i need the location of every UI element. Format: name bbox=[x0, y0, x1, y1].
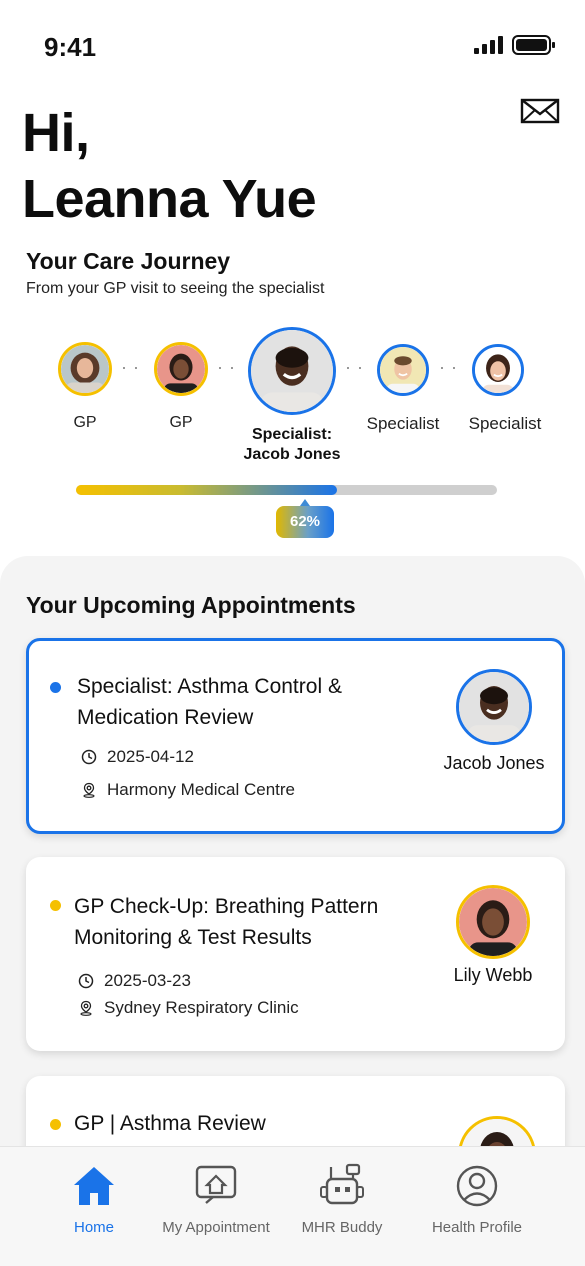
mail-icon bbox=[520, 98, 560, 124]
appointment-date: 2025-04-12 bbox=[107, 747, 194, 766]
signal-icon bbox=[474, 36, 503, 54]
appointment-icon bbox=[195, 1165, 237, 1204]
clock-icon bbox=[78, 973, 94, 989]
appointment-date: 2025-03-23 bbox=[104, 971, 191, 990]
nav-label: My Appointment bbox=[162, 1219, 270, 1236]
journey-step-avatar-gp-2[interactable] bbox=[154, 342, 208, 396]
journey-step-label: Specialist bbox=[468, 414, 542, 433]
journey-step-avatar-specialist-2[interactable] bbox=[377, 344, 429, 396]
care-journey-title: Your Care Journey bbox=[26, 248, 231, 274]
status-dot bbox=[50, 900, 61, 911]
doctor-avatar bbox=[456, 669, 532, 745]
appointment-date-row: 2025-04-12 bbox=[81, 747, 194, 767]
journey-connector: ·· bbox=[121, 357, 145, 377]
journey-step-avatar-specialist-3[interactable] bbox=[472, 344, 524, 396]
appointment-location-row: Sydney Respiratory Clinic bbox=[78, 998, 299, 1018]
journey-step-label-line2: Jacob Jones bbox=[243, 446, 341, 463]
journey-step-avatar-gp-1[interactable] bbox=[58, 342, 112, 396]
nav-label: Home bbox=[73, 1219, 114, 1236]
clock-icon bbox=[81, 749, 97, 765]
greeting-line1: Hi, bbox=[22, 103, 90, 163]
journey-progress-bar bbox=[76, 485, 497, 495]
greeting: Hi, Leanna Yue bbox=[22, 100, 317, 232]
appointment-card[interactable]: Specialist: Asthma Control & Medication … bbox=[26, 638, 565, 834]
user-name: Leanna Yue bbox=[22, 169, 317, 229]
nav-item-home[interactable]: Home bbox=[44, 1147, 144, 1266]
care-journey-subtitle: From your GP visit to seeing the special… bbox=[26, 280, 325, 297]
upcoming-appointments-title: Your Upcoming Appointments bbox=[26, 592, 356, 618]
status-time: 9:41 bbox=[44, 32, 97, 62]
journey-progress-fill bbox=[76, 485, 338, 495]
doctor-name: Lily Webb bbox=[453, 965, 533, 985]
appointment-title: GP | Asthma Review bbox=[74, 1112, 266, 1135]
status-dot bbox=[50, 1119, 61, 1130]
appointment-date-row: 2025-03-23 bbox=[78, 971, 191, 991]
home-icon bbox=[74, 1167, 114, 1205]
nav-item-health-profile[interactable]: Health Profile bbox=[416, 1147, 538, 1266]
doctor-avatar bbox=[456, 885, 530, 959]
journey-step-label: GP bbox=[73, 414, 97, 431]
journey-step-label: Specialist bbox=[366, 414, 440, 433]
journey-step-avatar-specialist-current[interactable] bbox=[248, 327, 336, 415]
journey-connector: ·· bbox=[439, 357, 463, 377]
journey-connector: ·· bbox=[217, 357, 241, 377]
appointment-title: Specialist: Asthma Control & Medication … bbox=[77, 675, 342, 729]
appointment-location: Harmony Medical Centre bbox=[107, 780, 296, 799]
bottom-nav: Home My Appointment MHR Buddy Health Pro… bbox=[0, 1146, 585, 1266]
battery-icon bbox=[512, 35, 555, 55]
nav-label: MHR Buddy bbox=[301, 1219, 383, 1236]
doctor-name: Jacob Jones bbox=[443, 753, 545, 773]
nav-item-mhr-buddy[interactable]: MHR Buddy bbox=[290, 1147, 394, 1266]
journey-progress-badge: 62% bbox=[276, 499, 334, 538]
appointment-location-row: Harmony Medical Centre bbox=[81, 780, 295, 800]
mail-button[interactable] bbox=[520, 96, 560, 126]
nav-item-my-appointment[interactable]: My Appointment bbox=[150, 1147, 282, 1266]
nav-label: Health Profile bbox=[431, 1219, 523, 1236]
appointment-card[interactable]: GP Check-Up: Breathing Pattern Monitorin… bbox=[26, 857, 565, 1051]
appointment-location: Sydney Respiratory Clinic bbox=[104, 998, 299, 1017]
journey-connector: ·· bbox=[345, 357, 369, 377]
location-pin-icon bbox=[83, 782, 95, 798]
status-bar: 9:41 bbox=[0, 0, 585, 80]
location-pin-icon bbox=[80, 1000, 92, 1016]
appointment-title: GP Check-Up: Breathing Pattern Monitorin… bbox=[74, 895, 379, 949]
status-dot bbox=[50, 682, 61, 693]
profile-icon bbox=[456, 1165, 498, 1207]
robot-icon bbox=[320, 1163, 364, 1205]
